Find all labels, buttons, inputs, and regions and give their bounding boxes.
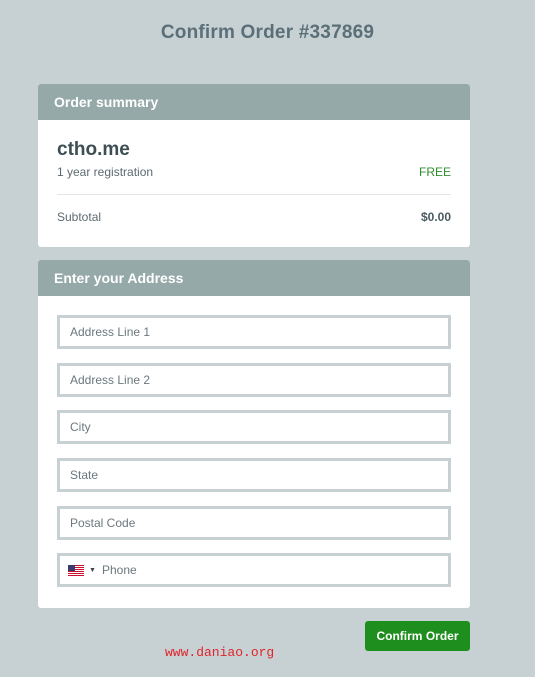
page-title: Confirm Order #337869 — [160, 22, 375, 43]
postal-code-field-wrapper — [57, 506, 451, 540]
phone-field-wrapper: ▼ — [57, 553, 451, 587]
product-name: ctho.me — [57, 139, 130, 160]
chevron-down-icon: ▼ — [89, 567, 96, 574]
city-field-wrapper — [57, 410, 451, 444]
postal-code-input[interactable] — [60, 509, 448, 537]
country-code-dropdown[interactable]: ▼ — [68, 565, 96, 576]
address-card: Enter your Address ▼ — [38, 260, 470, 608]
state-input[interactable] — [60, 461, 448, 489]
product-description: 1 year registration — [57, 165, 154, 179]
order-summary-card: Order summary ctho.me 1 year registratio… — [38, 84, 470, 247]
us-flag-icon — [68, 565, 84, 576]
address-header: Enter your Address — [38, 260, 470, 296]
subtotal-value: $0.00 — [420, 210, 451, 224]
order-summary-header: Order summary — [38, 84, 470, 120]
address-line2-input[interactable] — [60, 366, 448, 394]
confirm-order-button[interactable]: Confirm Order — [365, 621, 470, 651]
address-line1-field-wrapper — [57, 315, 451, 349]
address-line1-input[interactable] — [60, 318, 448, 346]
summary-divider — [57, 194, 451, 195]
watermark-text: www.daniao.org — [165, 645, 275, 660]
phone-input[interactable] — [60, 556, 448, 584]
product-price: FREE — [418, 165, 451, 179]
subtotal-label: Subtotal — [57, 210, 102, 224]
state-field-wrapper — [57, 458, 451, 492]
address-line2-field-wrapper — [57, 363, 451, 397]
city-input[interactable] — [60, 413, 448, 441]
